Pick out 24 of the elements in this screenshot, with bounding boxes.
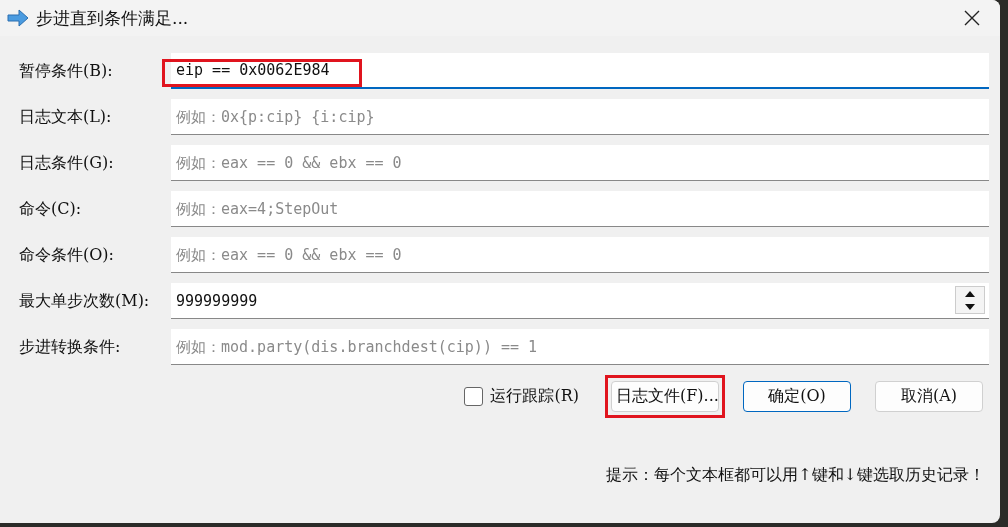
arrow-icon [6, 8, 30, 28]
input-field[interactable]: 例如：eax == 0 && ebx == 0 [171, 237, 989, 273]
field-label: 步进转换条件: [19, 336, 122, 358]
dialog-button[interactable]: 取消(A) [875, 381, 983, 412]
input-field[interactable]: eip == 0x0062E984 [171, 53, 989, 89]
hint-text: 提示：每个文本框都可以用↑键和↓键选取历史记录！ [606, 465, 985, 486]
field-label: 日志条件(G): [19, 152, 115, 174]
input-field[interactable]: 例如：eax=4;StepOut [171, 191, 989, 227]
field-label: 暂停条件(B): [19, 60, 114, 82]
input-field[interactable]: 例如：eax == 0 && ebx == 0 [171, 145, 989, 181]
input-field[interactable]: 999999999 [171, 283, 989, 319]
trace-checkbox[interactable]: 运行跟踪(R) [464, 386, 579, 407]
input-field[interactable]: 例如：0x{p:cip} {i:cip} [171, 99, 989, 135]
field-label: 命令(C): [19, 198, 83, 220]
window-title: 步进直到条件满足... [36, 6, 190, 30]
input-field[interactable]: 例如：mod.party(dis.branchdest(cip)) == 1 [171, 329, 989, 365]
field-label: 命令条件(O): [19, 244, 115, 266]
field-label: 最大单步次数(M): [19, 290, 151, 312]
dialog-button[interactable]: 确定(O) [743, 381, 851, 412]
dialog-button[interactable]: 日志文件(F)... [611, 381, 719, 412]
field-label: 日志文本(L): [19, 106, 113, 128]
checkbox[interactable] [464, 387, 484, 406]
spin-buttons[interactable] [955, 286, 985, 314]
close-icon[interactable] [964, 10, 980, 26]
